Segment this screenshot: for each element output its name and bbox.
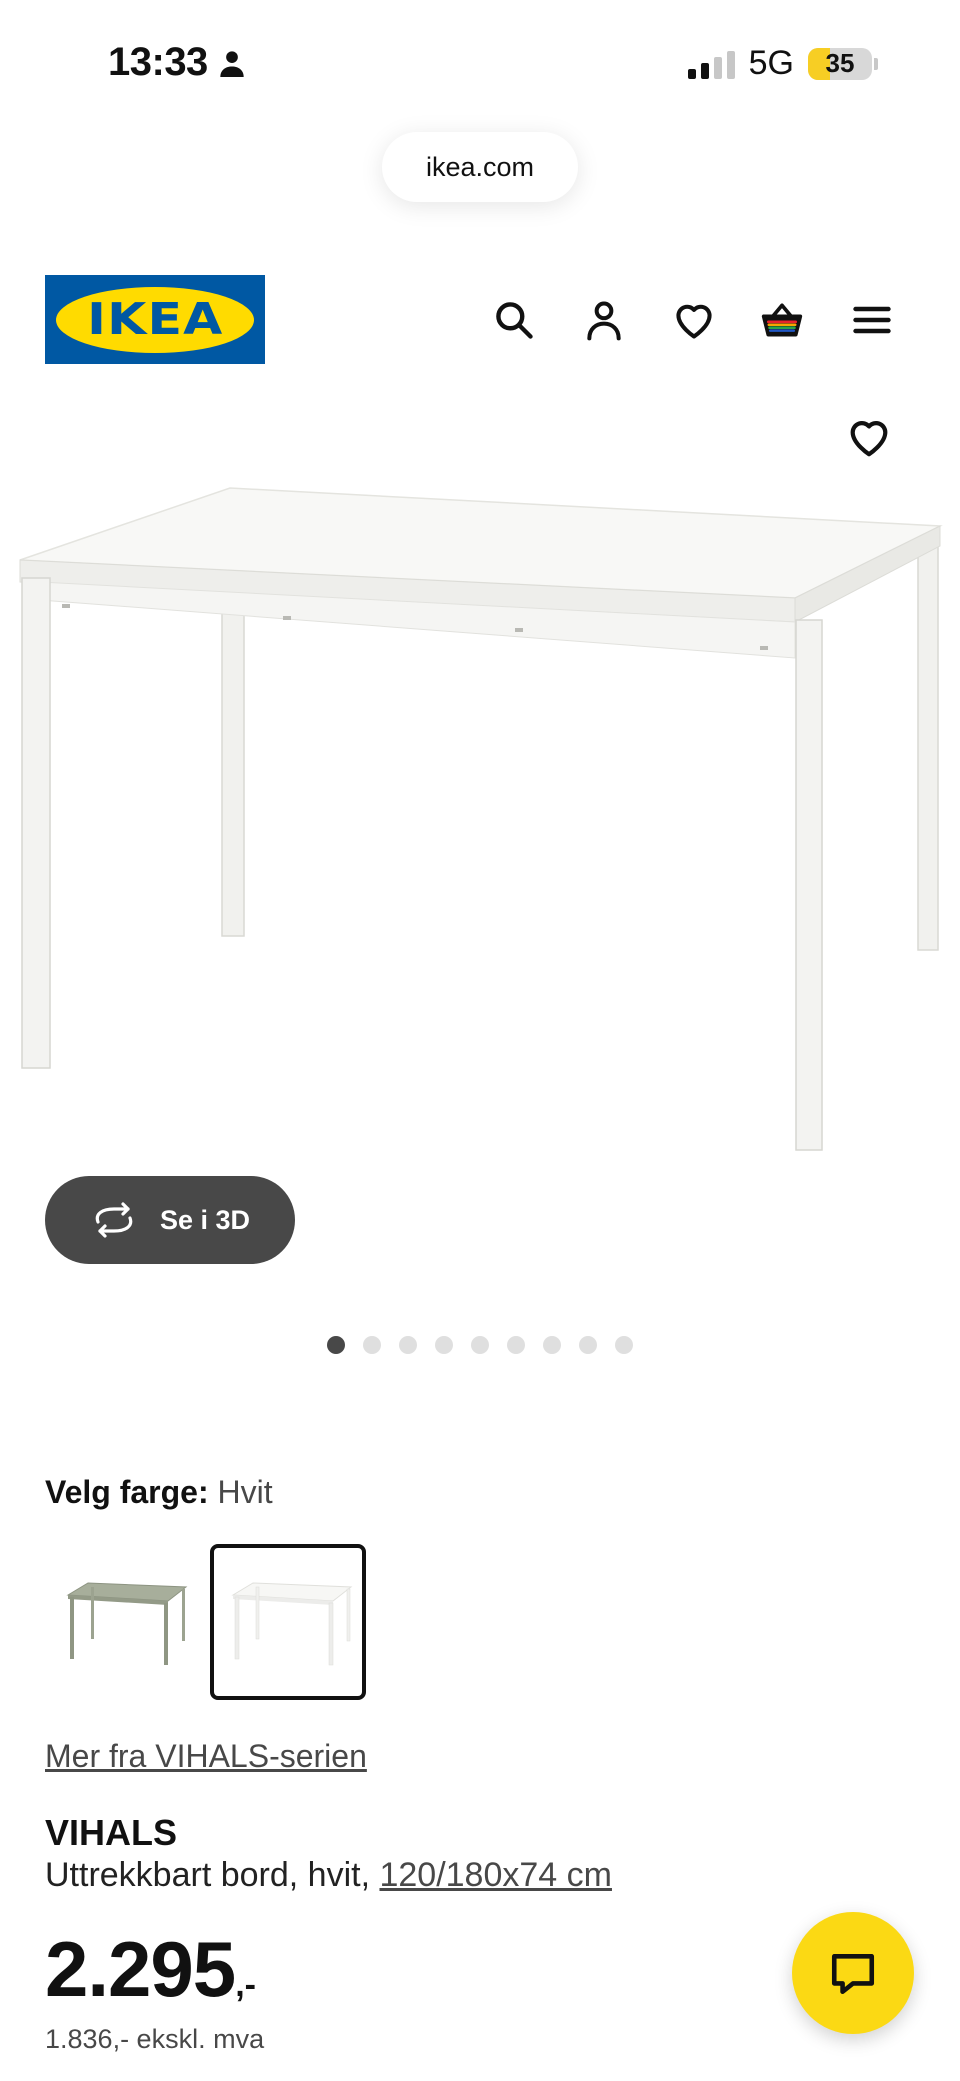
product-description-text: Uttrekkbart bord, hvit, — [45, 1856, 380, 1894]
search-icon[interactable] — [490, 296, 538, 344]
series-link[interactable]: Mer fra VIHALS-serien — [45, 1738, 367, 1775]
status-time: 13:33 — [108, 40, 246, 85]
heart-icon[interactable] — [670, 296, 718, 344]
status-bar: 13:33 5G 35 — [0, 0, 960, 130]
image-pagination — [0, 1336, 960, 1354]
battery-icon: 35 — [808, 47, 878, 80]
heart-icon — [850, 421, 888, 457]
site-header: IKEA — [0, 270, 960, 370]
product-size-link[interactable]: 120/180x74 cm — [379, 1856, 612, 1894]
price-suffix: ,- — [235, 1966, 256, 2004]
signal-icon — [687, 49, 735, 79]
account-icon[interactable] — [580, 296, 628, 344]
pagination-dot[interactable] — [579, 1336, 597, 1354]
color-selected-value: Hvit — [217, 1474, 273, 1510]
color-selector-label: Velg farge: Hvit — [45, 1474, 273, 1511]
network-type: 5G — [748, 44, 794, 82]
rotate-3d-icon — [95, 1202, 133, 1238]
cart-icon[interactable] — [758, 296, 806, 344]
pagination-dot[interactable] — [615, 1336, 633, 1354]
menu-icon[interactable] — [848, 296, 896, 344]
person-icon — [220, 50, 244, 77]
pagination-dot[interactable] — [435, 1336, 453, 1354]
time-text: 13:33 — [108, 40, 208, 84]
table-thumbnail-green — [66, 1582, 188, 1665]
battery-level: 35 — [825, 48, 855, 78]
pagination-dot[interactable] — [399, 1336, 417, 1354]
logo-text: IKEA — [86, 294, 224, 345]
pagination-dot[interactable] — [471, 1336, 489, 1354]
url-text: ikea.com — [425, 151, 535, 182]
color-swatch-white[interactable] — [210, 1544, 366, 1700]
product-image[interactable] — [0, 470, 960, 1190]
ikea-logo[interactable]: IKEA — [45, 275, 265, 364]
view-3d-label: Se i 3D — [159, 1204, 251, 1235]
pagination-dot[interactable] — [363, 1336, 381, 1354]
favourite-button[interactable] — [846, 414, 894, 462]
status-indicators: 5G 35 — [687, 44, 878, 83]
price-ex-vat: 1.836,- ekskl. mva — [45, 2024, 265, 2054]
price-amount: 2.295 — [45, 1925, 236, 2013]
url-bar[interactable]: ikea.com — [382, 132, 578, 202]
table-thumbnail-white — [231, 1582, 353, 1666]
color-label-title: Velg farge: — [45, 1474, 209, 1510]
product-description: Uttrekkbart bord, hvit, 120/180x74 cm — [45, 1856, 612, 1895]
product-price: 2.295 ,- — [45, 1930, 256, 2008]
product-name: VIHALS — [45, 1812, 178, 1853]
chat-button[interactable] — [792, 1912, 914, 2034]
pagination-dot[interactable] — [543, 1336, 561, 1354]
pagination-dot[interactable] — [327, 1336, 345, 1354]
color-swatch-green[interactable] — [45, 1544, 201, 1700]
pagination-dot[interactable] — [507, 1336, 525, 1354]
chat-icon — [831, 1954, 875, 1995]
view-3d-button[interactable]: Se i 3D — [45, 1176, 295, 1264]
